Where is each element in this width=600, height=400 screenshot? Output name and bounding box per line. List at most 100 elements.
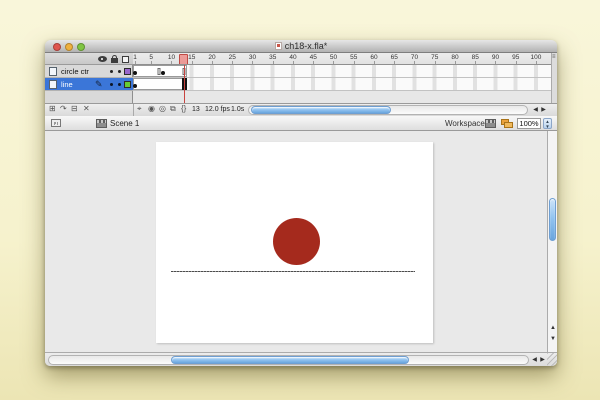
window-titlebar[interactable]: ch18-x.fla* xyxy=(45,40,557,53)
delete-layer-icon[interactable]: ✕ xyxy=(83,104,90,113)
zoom-level-field[interactable]: 100% xyxy=(517,118,541,129)
frame-grid[interactable] xyxy=(133,65,551,103)
scroll-left-arrow[interactable]: ◀ xyxy=(531,355,538,365)
divider xyxy=(133,104,134,116)
ruler-tick xyxy=(435,61,436,64)
modify-onion-markers-icon[interactable]: {} xyxy=(181,104,186,113)
ruler-frame-number: 20 xyxy=(208,54,215,61)
ruler-tick xyxy=(192,61,193,64)
layer-outline-color-swatch[interactable] xyxy=(124,81,131,88)
center-frame-icon[interactable]: ⌖ xyxy=(137,104,142,114)
show-hide-all-layers-icon[interactable] xyxy=(98,56,107,62)
add-motion-guide-icon[interactable]: ↷ xyxy=(60,104,67,113)
ruler-frame-number: 40 xyxy=(289,54,296,61)
frames-row-line[interactable] xyxy=(133,78,551,91)
horizontal-scrollbar-track[interactable] xyxy=(48,355,529,365)
ruler-frame-number: 90 xyxy=(492,54,499,61)
ruler-frame-number: 35 xyxy=(269,54,276,61)
keyframe-dot[interactable] xyxy=(161,71,165,75)
ruler-frame-number: 100 xyxy=(531,54,542,61)
window-title: ch18-x.fla* xyxy=(285,41,328,51)
timeline-frames-area: 1510152025303540455055606570758085909510… xyxy=(133,53,551,103)
ruler-tick xyxy=(212,61,213,64)
ruler-frame-number: 1 xyxy=(133,54,137,61)
pasteboard[interactable] xyxy=(45,131,547,352)
timeline-status-bar: ⊞ ↷ ⊟ ✕ ⌖ ◉ ◎ ⧉ {} 13 12.0 fps 1.0s ◀ ▶ xyxy=(45,103,557,116)
layer-visibility-dot[interactable] xyxy=(110,70,113,73)
layer-visibility-dot[interactable] xyxy=(110,83,113,86)
ruler-frame-number: 85 xyxy=(472,54,479,61)
ruler-frame-number: 80 xyxy=(451,54,458,61)
timeline-horizontal-scrollbar[interactable] xyxy=(248,105,528,115)
pencil-edit-icon: ✎ xyxy=(95,79,103,90)
scroll-right-arrow[interactable]: ▶ xyxy=(539,355,546,365)
layer-lock-dot[interactable] xyxy=(118,83,121,86)
scroll-right-arrow[interactable]: ▶ xyxy=(540,105,547,115)
edit-bar: Scene 1 Workspace ▾ 100% ▲▼ xyxy=(45,116,557,131)
timeline-scrollbar-thumb[interactable] xyxy=(251,106,391,114)
ruler-frame-number: 65 xyxy=(391,54,398,61)
end-frame-marker[interactable] xyxy=(158,68,161,75)
window-resize-grip[interactable] xyxy=(547,353,557,366)
elapsed-time-indicator: 1.0s xyxy=(231,106,244,113)
playhead-line xyxy=(184,65,185,104)
onion-skin-outlines-icon[interactable]: ◎ xyxy=(159,104,166,113)
vertical-scrollbar-thumb[interactable] xyxy=(549,198,556,241)
ruler-tick xyxy=(273,61,274,64)
scene-icon xyxy=(96,119,107,128)
zoom-stepper[interactable]: ▲▼ xyxy=(543,118,552,129)
layer-name[interactable]: line xyxy=(61,80,73,89)
edit-multiple-frames-icon[interactable]: ⧉ xyxy=(170,104,176,114)
timeline-right-strip: ≡ xyxy=(551,53,557,103)
playhead[interactable] xyxy=(179,54,188,65)
ruler-tick xyxy=(354,61,355,64)
horizontal-scrollbar-thumb[interactable] xyxy=(171,356,409,364)
ruler-tick xyxy=(414,61,415,64)
layer-lock-dot[interactable] xyxy=(118,70,121,73)
pasteboard-icon[interactable] xyxy=(51,119,61,127)
stage[interactable] xyxy=(156,142,433,343)
outline-all-layers-icon[interactable] xyxy=(122,56,129,63)
frame-rate-indicator[interactable]: 12.0 fps xyxy=(205,106,230,113)
ruler-frame-number: 15 xyxy=(188,54,195,61)
insert-layer-folder-icon[interactable]: ⊟ xyxy=(71,104,78,113)
keyframe-dot[interactable] xyxy=(133,71,137,75)
red-circle-shape[interactable] xyxy=(273,218,320,265)
frames-row-circle-ctr[interactable] xyxy=(133,65,551,78)
scroll-left-arrow[interactable]: ◀ xyxy=(532,105,539,115)
edit-symbols-icon[interactable] xyxy=(501,119,512,128)
ruler-frame-number: 30 xyxy=(249,54,256,61)
layer-outline-color-swatch[interactable] xyxy=(124,68,131,75)
keyframe-dot[interactable] xyxy=(133,84,137,88)
ruler-tick xyxy=(394,61,395,64)
ruler-frame-number: 10 xyxy=(168,54,175,61)
frame-span[interactable] xyxy=(133,78,187,90)
ruler-tick xyxy=(232,61,233,64)
layer-name[interactable]: circle ctr xyxy=(61,67,89,76)
scroll-up-arrow[interactable]: ▲ xyxy=(549,323,557,333)
window-title-wrap: ch18-x.fla* xyxy=(45,41,557,51)
ruler-tick xyxy=(475,61,476,64)
timeline-ruler[interactable]: 1510152025303540455055606570758085909510… xyxy=(133,53,551,65)
ruler-frame-number: 50 xyxy=(330,54,337,61)
ruler-tick xyxy=(374,61,375,64)
scroll-down-arrow[interactable]: ▼ xyxy=(549,334,557,344)
layer-row-circle-ctr[interactable]: circle ctr xyxy=(45,65,133,78)
edit-scene-icon[interactable] xyxy=(485,119,496,128)
ruler-tick xyxy=(313,61,314,64)
horizontal-line-shape[interactable] xyxy=(171,271,415,272)
insert-layer-icon[interactable]: ⊞ xyxy=(49,104,56,113)
ruler-tick xyxy=(252,61,253,64)
lock-all-layers-icon[interactable] xyxy=(111,58,118,63)
flash-authoring-window: ch18-x.fla* circle ctr xyxy=(45,40,557,366)
onion-skin-icon[interactable]: ◉ xyxy=(148,104,155,113)
layer-row-line[interactable]: line ✎ xyxy=(45,78,133,91)
layer-type-icon xyxy=(49,80,57,89)
vertical-scrollbar[interactable]: ▲ ▼ xyxy=(547,131,557,352)
document-icon xyxy=(275,42,282,50)
panel-menu-icon[interactable]: ≡ xyxy=(552,54,556,60)
ruler-frame-number: 25 xyxy=(229,54,236,61)
ruler-frame-number: 55 xyxy=(350,54,357,61)
empty-timeline-area xyxy=(133,91,551,103)
horizontal-scrollbar[interactable]: ◀ ▶ xyxy=(45,352,557,366)
